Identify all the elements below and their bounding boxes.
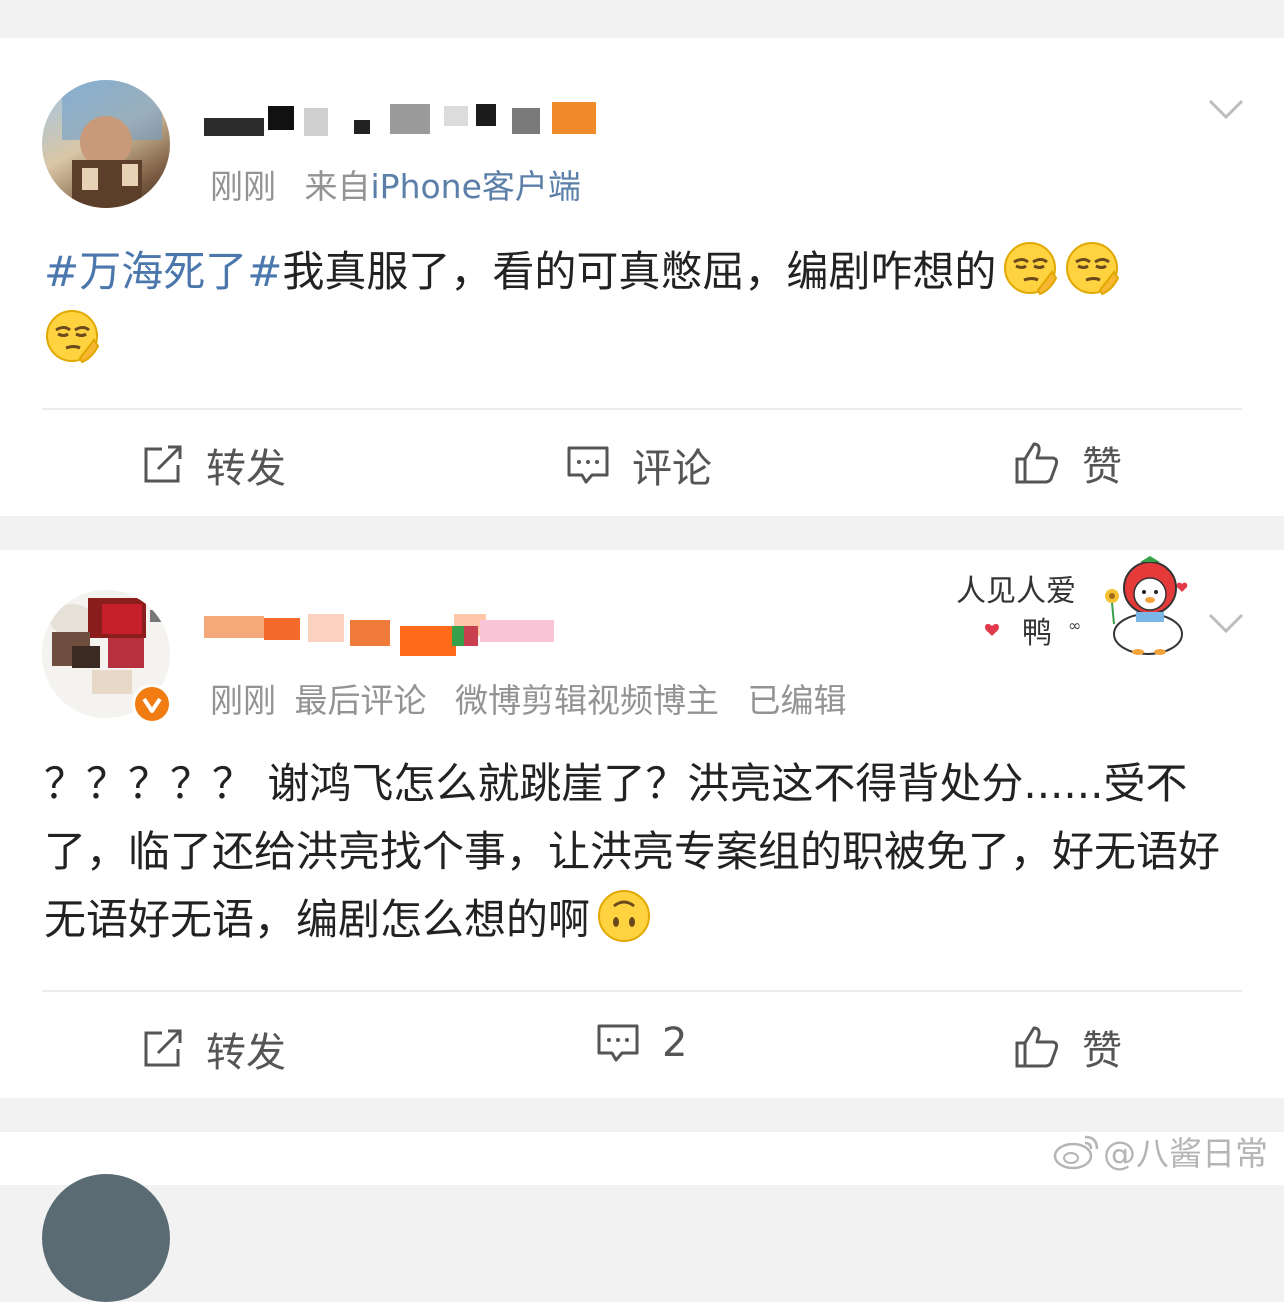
repost-button[interactable]: 转发 bbox=[142, 1020, 286, 1078]
repost-icon bbox=[144, 1029, 182, 1067]
post-content: #万海死了#我真服了，看的可真憋屈，编剧咋想的 bbox=[44, 238, 1244, 374]
thinking-squint-emoji bbox=[46, 310, 100, 364]
post-content: ？？？？？ 谢鸿飞怎么就跳崖了？洪亮这不得背处分......受不了，临了还给洪亮… bbox=[44, 750, 1224, 954]
verified-v-icon bbox=[142, 697, 162, 713]
top-gap bbox=[0, 0, 1284, 38]
watermark-text: @八酱日常 bbox=[1103, 1134, 1268, 1173]
comment-icon bbox=[567, 446, 609, 484]
repost-label: 转发 bbox=[206, 446, 286, 492]
post-time: 刚刚 bbox=[210, 167, 276, 206]
username-blurred[interactable] bbox=[204, 612, 564, 656]
action-divider bbox=[42, 990, 1242, 992]
source-link[interactable]: iPhone客户端 bbox=[371, 167, 581, 206]
comment-button[interactable]: 2 bbox=[596, 1020, 687, 1066]
thinking-squint-emoji bbox=[1066, 242, 1120, 296]
like-button[interactable]: 赞 bbox=[1014, 434, 1122, 492]
username-blurred[interactable] bbox=[204, 100, 604, 140]
like-label: 赞 bbox=[1082, 1028, 1122, 1074]
comment-count: 2 bbox=[662, 1020, 688, 1066]
repost-button[interactable]: 转发 bbox=[142, 436, 286, 494]
card-gap bbox=[0, 516, 1284, 550]
user-tag: 微博剪辑视频博主 bbox=[455, 681, 719, 720]
decoration-sticker: 人见人爱 鸭 ∞ bbox=[952, 554, 1202, 658]
upside-down-face-emoji bbox=[598, 890, 651, 942]
user-avatar[interactable] bbox=[42, 1174, 170, 1302]
last-comment-label: 最后评论 bbox=[294, 681, 427, 720]
weibo-logo-icon bbox=[1053, 1135, 1099, 1170]
post-card: 人见人爱 鸭 ∞ 刚刚 最后评论 微博剪辑视频博主 已编辑 ？？？？？ 谢鸿飞怎… bbox=[0, 550, 1284, 1098]
edited-label: 已编辑 bbox=[747, 681, 847, 720]
post-time: 刚刚 bbox=[210, 681, 276, 720]
chevron-down-icon[interactable] bbox=[1208, 612, 1244, 634]
topic-link[interactable]: #万海死了# bbox=[44, 247, 282, 296]
user-avatar[interactable] bbox=[42, 80, 170, 208]
thinking-squint-emoji bbox=[1004, 242, 1058, 296]
action-divider bbox=[42, 408, 1242, 410]
comment-button[interactable]: 评论 bbox=[566, 436, 712, 494]
post-text: 我真服了，看的可真憋屈，编剧咋想的 bbox=[282, 247, 997, 296]
post-card: 刚刚 来自iPhone客户端 #万海死了#我真服了，看的可真憋屈，编剧咋想的 转… bbox=[0, 38, 1284, 516]
thumbs-up-icon bbox=[1015, 442, 1059, 484]
duck-strawberry-icon bbox=[985, 556, 1188, 655]
comment-icon bbox=[597, 1024, 639, 1062]
source-prefix: 来自 bbox=[304, 167, 371, 206]
thumbs-up-icon bbox=[1015, 1026, 1059, 1068]
verified-badge bbox=[132, 684, 172, 724]
post-meta: 刚刚 来自iPhone客户端 bbox=[210, 160, 581, 208]
chevron-down-icon[interactable] bbox=[1208, 98, 1244, 120]
comment-label: 评论 bbox=[632, 446, 712, 492]
repost-label: 转发 bbox=[206, 1030, 286, 1076]
like-button[interactable]: 赞 bbox=[1014, 1018, 1122, 1076]
repost-icon bbox=[144, 445, 182, 483]
watermark: @八酱日常 bbox=[1053, 1127, 1268, 1175]
avatar-image bbox=[62, 80, 162, 208]
post-meta: 刚刚 最后评论 微博剪辑视频博主 已编辑 bbox=[210, 674, 847, 722]
like-label: 赞 bbox=[1082, 444, 1122, 490]
